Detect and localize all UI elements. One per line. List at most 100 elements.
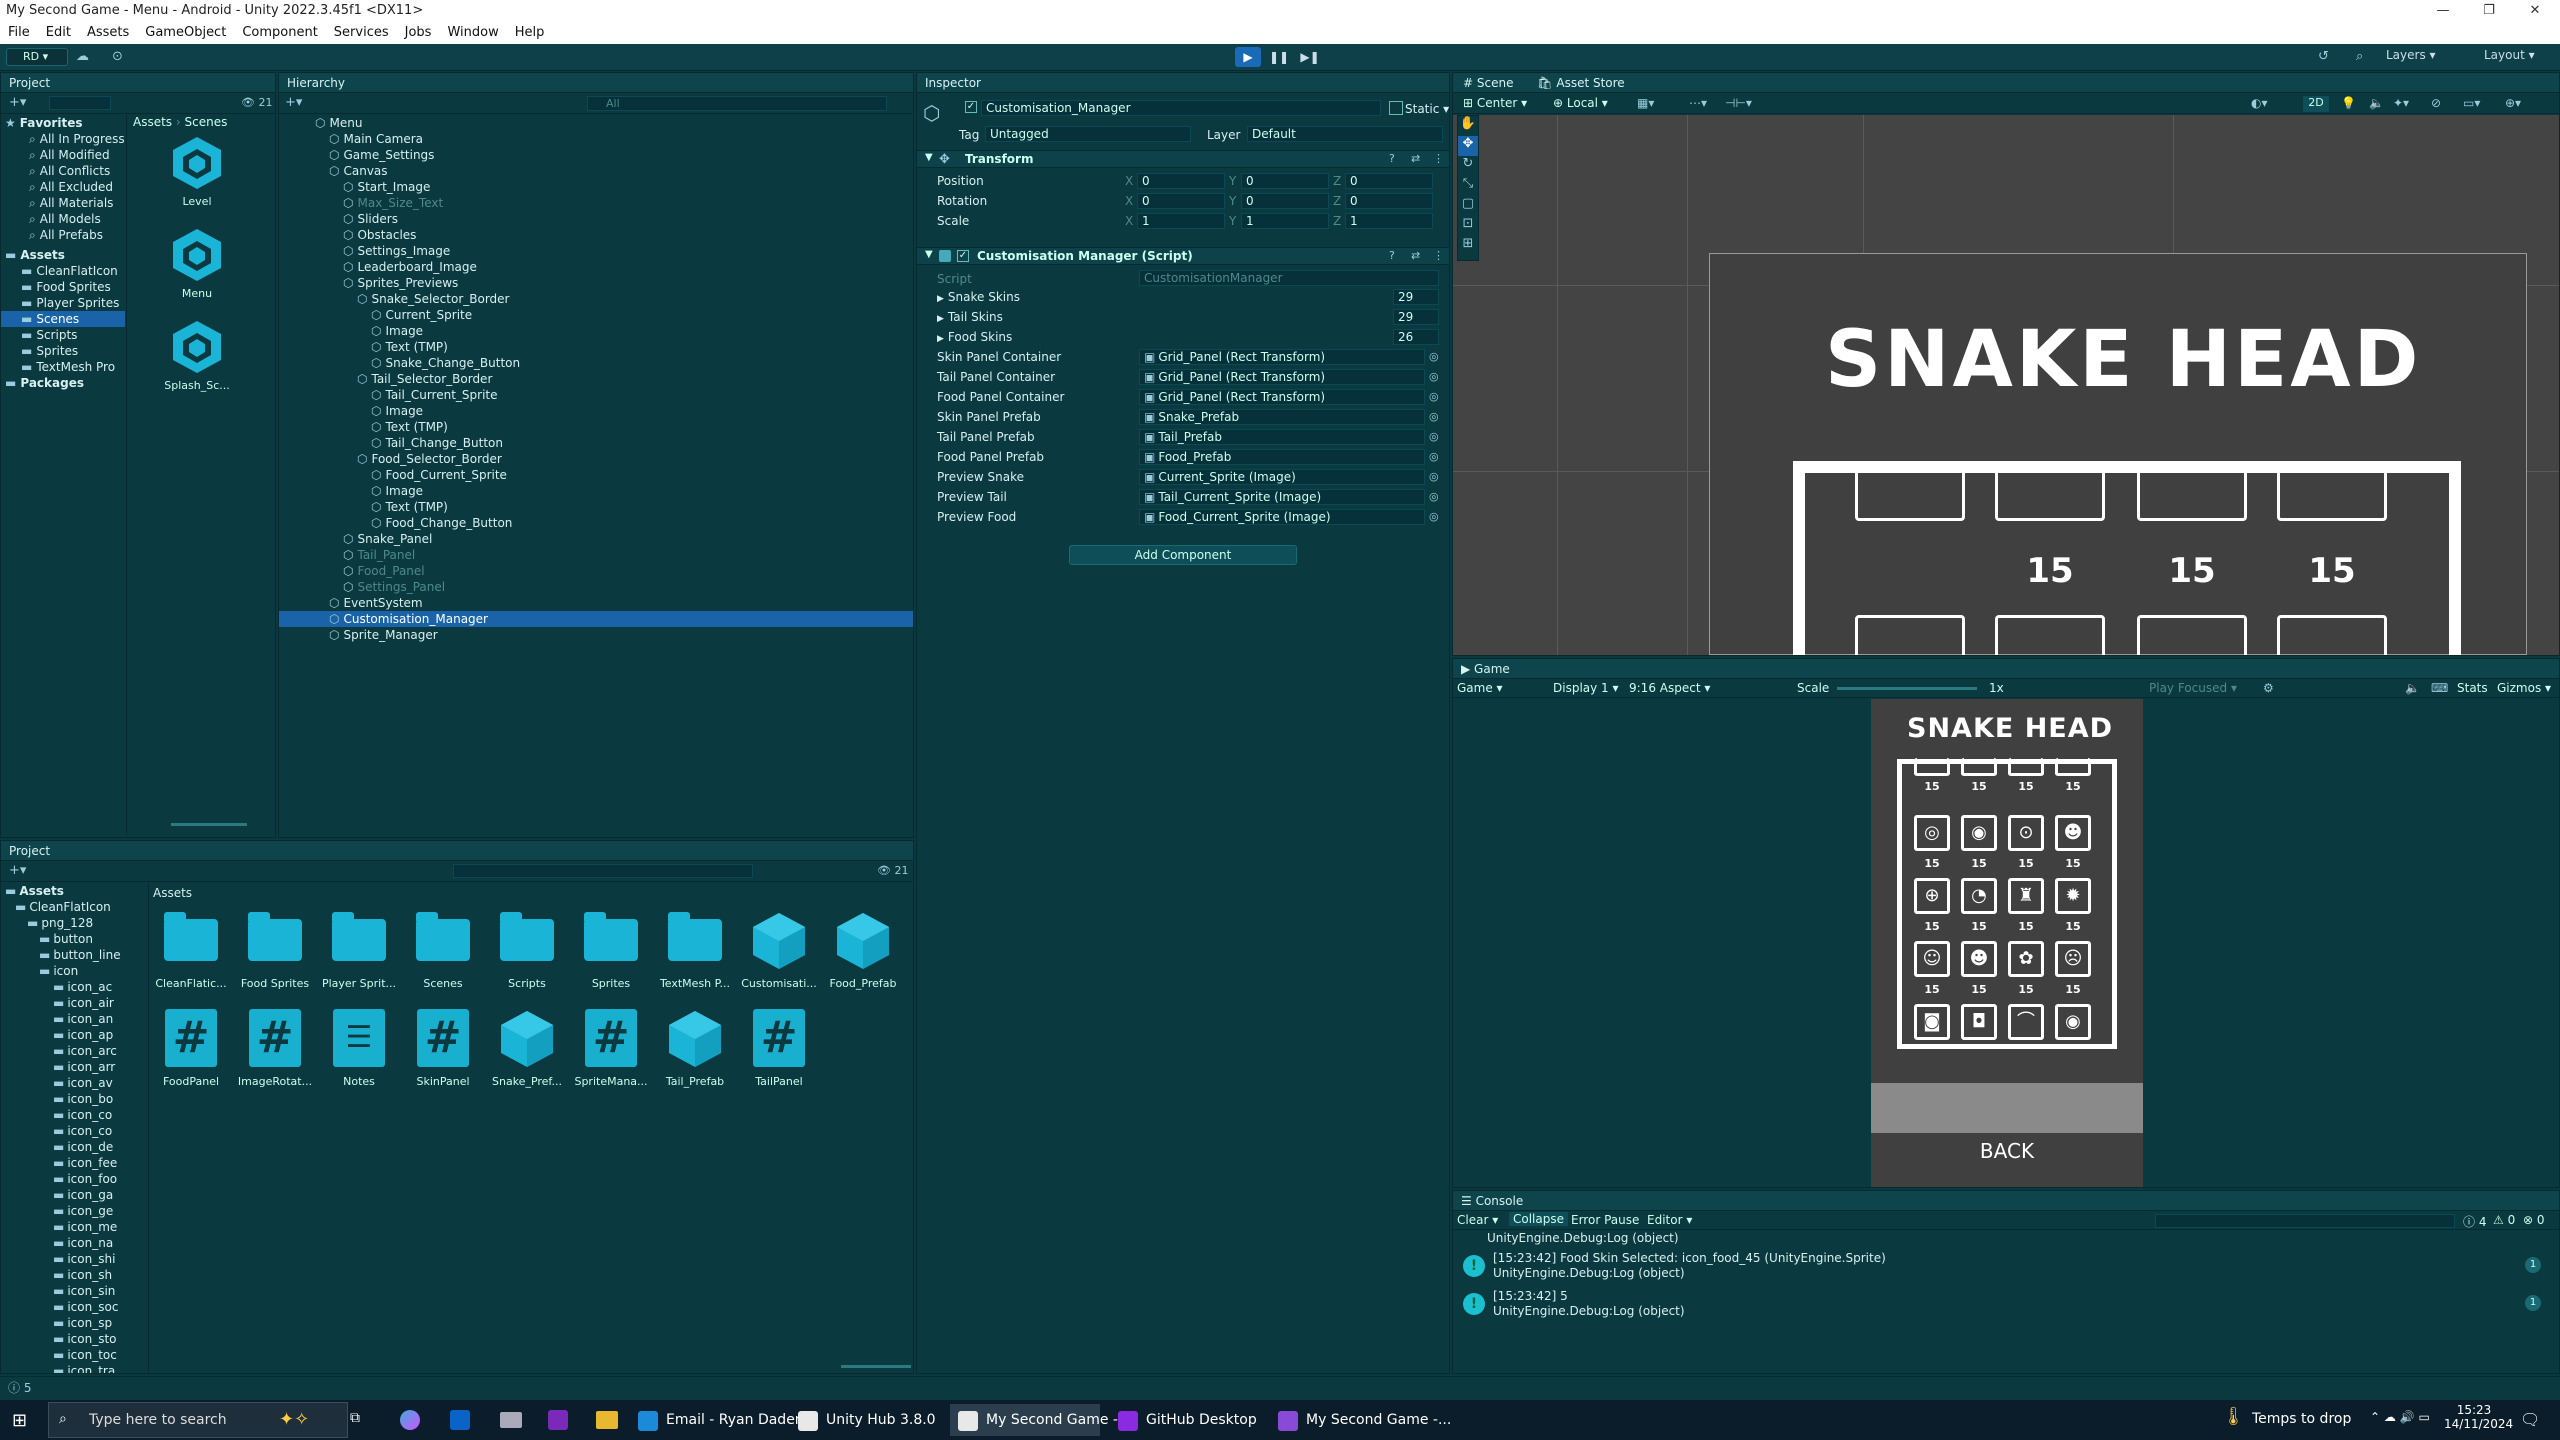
inspector-tab[interactable]: Inspector <box>917 73 1449 93</box>
object-reference-field[interactable]: ▣ Tail_Current_Sprite (Image) <box>1139 489 1425 505</box>
taskbar-app[interactable]: My Second Game -... <box>950 1404 1131 1436</box>
project-tree-item[interactable]: ▬ Assets <box>1 883 147 899</box>
array-size-field[interactable]: 26 <box>1393 329 1439 345</box>
object-reference-field[interactable]: ▣ Grid_Panel (Rect Transform) <box>1139 369 1425 385</box>
object-picker-icon[interactable]: ◎ <box>1429 370 1439 383</box>
add-icon[interactable]: +▾ <box>9 863 26 878</box>
transform-rotation-z-field[interactable]: 0 <box>1345 193 1433 209</box>
taskbar-app[interactable]: My Second Game -... <box>1270 1404 1451 1436</box>
asset-tile-folder[interactable]: Scenes <box>403 905 483 999</box>
hierarchy-item[interactable]: ⬡ Snake_Change_Button <box>279 355 913 371</box>
assets-folder-item[interactable]: ▬ Scripts <box>1 327 125 343</box>
assets-folder-item[interactable]: ▬ TextMesh Pro <box>1 359 125 375</box>
console-partial-entry[interactable]: UnityEngine.Debug:Log (object) <box>1487 1231 1679 1245</box>
packages-header[interactable]: ▬ Packages <box>1 375 125 391</box>
hierarchy-item[interactable]: ⬡ Tail_Panel <box>279 547 913 563</box>
menu-file[interactable]: File <box>0 22 38 44</box>
unity-scene-icon[interactable] <box>171 319 223 375</box>
menu-gameobject[interactable]: GameObject <box>137 22 234 44</box>
hierarchy-item[interactable]: ⬡ Settings_Image <box>279 243 913 259</box>
transform-scale-z-field[interactable]: 1 <box>1345 213 1433 229</box>
project-tree-item[interactable]: ▬ icon_ge <box>1 1203 147 1219</box>
breadcrumb-scenes[interactable]: Scenes <box>185 115 228 129</box>
project-tree-item[interactable]: ▬ icon_sin <box>1 1283 147 1299</box>
mail-icon[interactable] <box>500 1412 522 1428</box>
object-picker-icon[interactable]: ◎ <box>1429 350 1439 363</box>
object-reference-field[interactable]: ▣ Current_Sprite (Image) <box>1139 469 1425 485</box>
copilot-icon[interactable] <box>400 1410 420 1430</box>
hierarchy-item[interactable]: ⬡ Tail_Selector_Border <box>279 371 913 387</box>
foldout-arrow-icon[interactable]: ▶ <box>937 294 944 304</box>
game-viewport[interactable]: SNAKE HEAD 15 15 15 15 ◎ 15 ◉ 15 ⊙ 15 ☻ 15 ⊕ 15 ◔ 15 ♜ 15… <box>1453 699 2559 1187</box>
object-reference-field[interactable]: ▣ Grid_Panel (Rect Transform) <box>1139 349 1425 365</box>
task-view-icon[interactable]: ⧉ <box>350 1410 360 1426</box>
project-tree-item[interactable]: ▬ icon_av <box>1 1075 147 1091</box>
project-tree-item[interactable]: ▬ icon_sto <box>1 1331 147 1347</box>
hierarchy-item[interactable]: ⬡ Sprites_Previews <box>279 275 913 291</box>
object-reference-field[interactable]: ▣ Grid_Panel (Rect Transform) <box>1139 389 1425 405</box>
space-dropdown[interactable]: ⊕ Local ▾ <box>1553 96 1608 110</box>
project-tree-item[interactable]: ▬ png_128 <box>1 915 147 931</box>
hierarchy-item[interactable]: ⬡ Food_Panel <box>279 563 913 579</box>
assets-folder-item[interactable]: ▬ Food Sprites <box>1 279 125 295</box>
tray-icons[interactable]: ⌃ ☁ 🔊 ▭ <box>2370 1410 2430 1424</box>
increment-snap-icon[interactable]: ⊣⊢▾ <box>1725 96 1752 110</box>
warning-count-toggle[interactable]: ⚠ 0 <box>2493 1213 2515 1227</box>
taskbar-search-box[interactable]: ⌕ Type here to search ✦✧ <box>48 1402 348 1438</box>
preset-icon[interactable]: ⇄ <box>1411 152 1420 165</box>
transform-position-y-field[interactable]: 0 <box>1241 173 1329 189</box>
layers-dropdown[interactable]: Layers ▾ <box>2386 48 2456 66</box>
object-picker-icon[interactable]: ◎ <box>1429 490 1439 503</box>
hierarchy-item[interactable]: ⬡ Canvas <box>279 163 913 179</box>
hierarchy-item[interactable]: ⬡ EventSystem <box>279 595 913 611</box>
rotate-tool-icon[interactable]: ↻ <box>1458 156 1478 176</box>
skin-option-button[interactable]: ☹ <box>2055 941 2091 977</box>
asset-tile-script[interactable]: # ImageRotat... <box>235 1003 315 1097</box>
asset-tile-prefab[interactable]: Customisati... <box>739 905 819 999</box>
object-picker-icon[interactable]: ◎ <box>1429 510 1439 523</box>
hierarchy-item[interactable]: ⬡ Sprite_Manager <box>279 627 913 643</box>
asset-tile-prefab[interactable]: Snake_Pref... <box>487 1003 567 1097</box>
taskbar-app[interactable]: Unity Hub 3.8.0 <box>790 1404 940 1436</box>
favorites-header[interactable]: ★ Favorites <box>1 115 125 131</box>
add-component-button[interactable]: Add Component <box>1069 545 1297 565</box>
active-checkbox[interactable]: ✓ <box>965 101 977 113</box>
tab-asset-store[interactable]: 🛍 Asset Store <box>1527 76 1634 90</box>
favorite-item[interactable]: ⌕ All Conflicts <box>1 163 125 179</box>
project-tree-item[interactable]: ▬ icon_air <box>1 995 147 1011</box>
project-tree-item[interactable]: ▬ icon_ac <box>1 979 147 995</box>
back-button[interactable]: BACK <box>1871 1139 2143 1169</box>
camera-icon[interactable]: ▭▾ <box>2463 96 2480 110</box>
rect-tool-icon[interactable]: ▢ <box>1458 196 1478 216</box>
zoom-slider[interactable] <box>171 823 247 826</box>
project-tab[interactable]: Project <box>1 73 275 93</box>
project-search-input[interactable] <box>49 96 111 110</box>
asset-tile-folder[interactable]: Scripts <box>487 905 567 999</box>
audio-icon[interactable]: 🔈 <box>2369 96 2384 110</box>
object-reference-field[interactable]: ▣ Tail_Prefab <box>1139 429 1425 445</box>
game-view-dropdown[interactable]: Game ▾ <box>1457 681 1503 695</box>
outlook-icon[interactable] <box>450 1410 470 1430</box>
project-tree-item[interactable]: ▬ button <box>1 931 147 947</box>
hierarchy-item[interactable]: ⬡ Image <box>279 323 913 339</box>
snap-icon[interactable]: ⋯▾ <box>1689 96 1707 110</box>
asset-tile-prefab[interactable]: Tail_Prefab <box>655 1003 735 1097</box>
hierarchy-item[interactable]: ⬡ Menu <box>279 115 913 131</box>
project-bottom-breadcrumb[interactable]: Assets <box>153 885 192 901</box>
project-tree-item[interactable]: ▬ icon_me <box>1 1219 147 1235</box>
foldout-arrow-icon[interactable]: ▶ <box>937 314 944 324</box>
project-tree-item[interactable]: ▬ icon_sh <box>1 1267 147 1283</box>
preset-icon[interactable]: ⇄ <box>1411 249 1420 262</box>
object-picker-icon[interactable]: ◎ <box>1429 410 1439 423</box>
static-checkbox[interactable] <box>1389 101 1403 115</box>
array-size-field[interactable]: 29 <box>1393 289 1439 305</box>
favorite-item[interactable]: ⌕ All Prefabs <box>1 227 125 243</box>
assets-header[interactable]: ▬ Assets <box>1 247 125 263</box>
skin-option-button[interactable]: ✿ <box>2008 941 2044 977</box>
object-picker-icon[interactable]: ◎ <box>1429 450 1439 463</box>
favorite-item[interactable]: ⌕ All Models <box>1 211 125 227</box>
project-tree-item[interactable]: ▬ icon_shi <box>1 1251 147 1267</box>
assets-folder-item[interactable]: ▬ Sprites <box>1 343 125 359</box>
more-icon[interactable]: ⋮ <box>1433 249 1444 262</box>
play-button[interactable]: ▶ <box>1235 47 1261 67</box>
